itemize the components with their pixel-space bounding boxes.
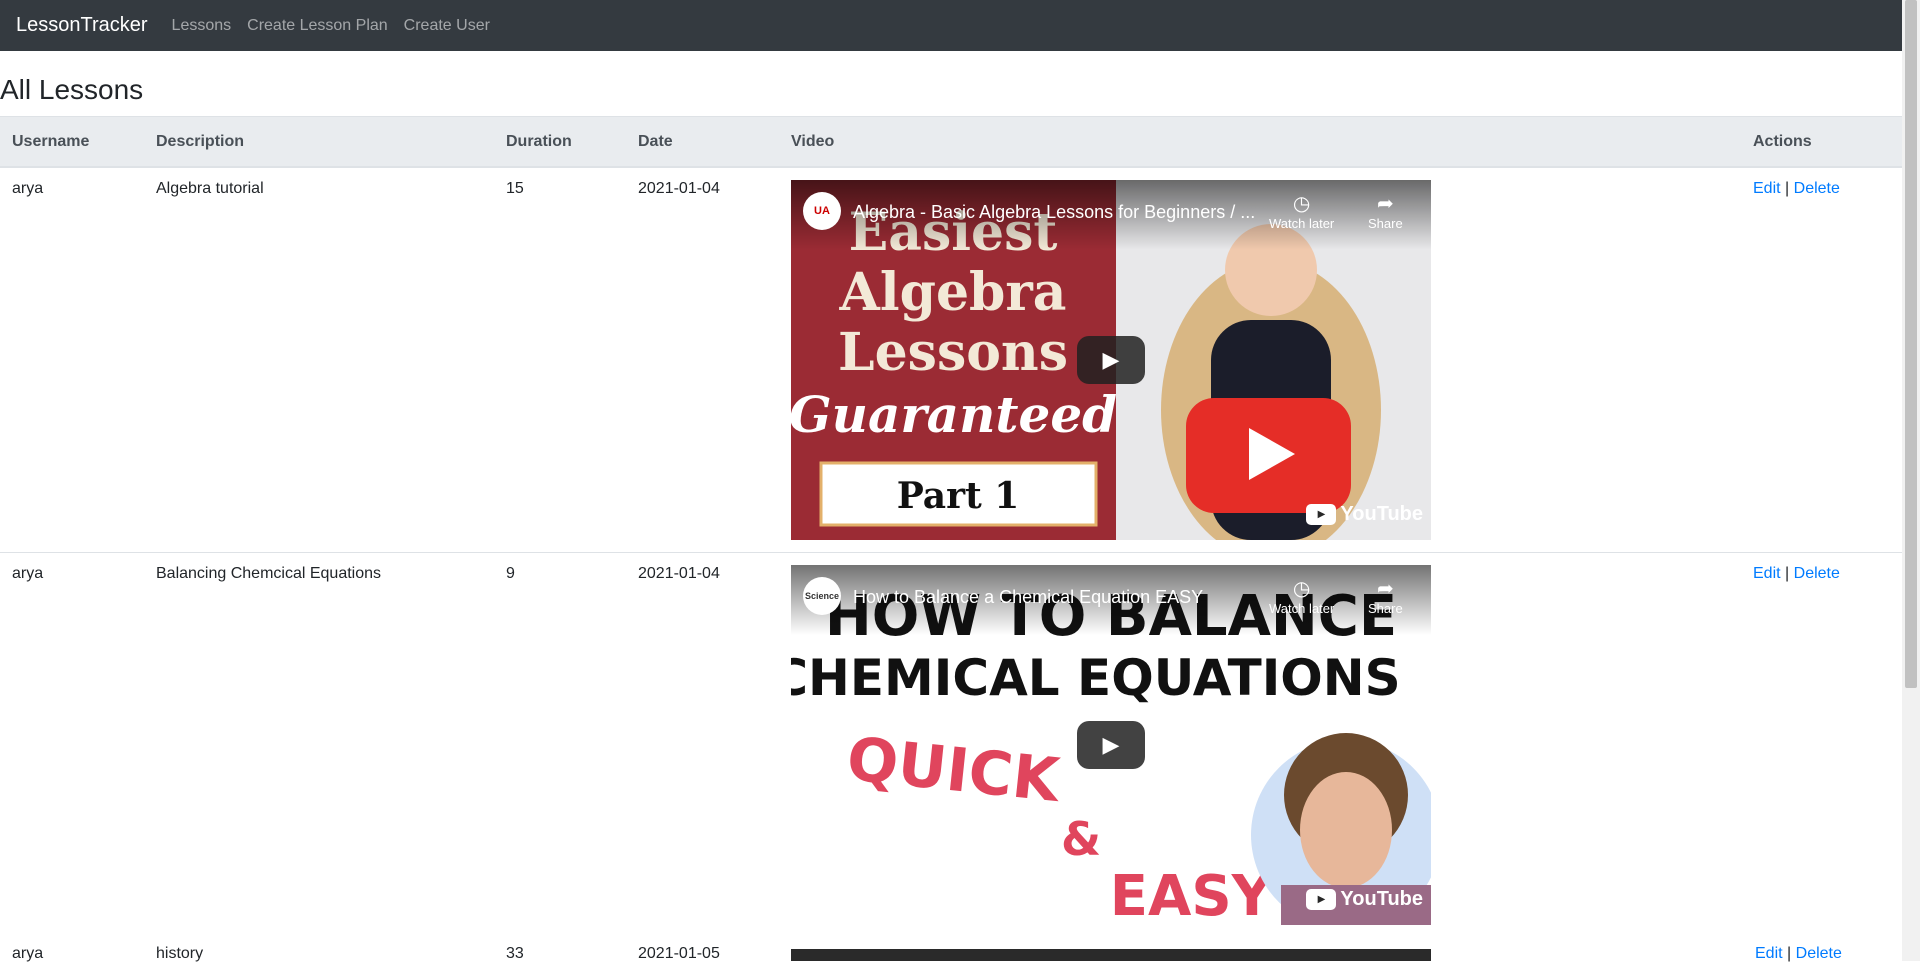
thumb-line-4: & xyxy=(1061,812,1101,866)
delete-link[interactable]: Delete xyxy=(1794,565,1840,582)
action-separator: | xyxy=(1785,180,1790,197)
action-separator: | xyxy=(1785,565,1790,582)
header-video: Video xyxy=(779,116,1741,168)
thumb-line-3: Lessons xyxy=(838,322,1068,383)
header-actions: Actions xyxy=(1741,116,1902,168)
cell-username: arya xyxy=(12,945,44,962)
scrollbar-thumb[interactable] xyxy=(1905,0,1917,688)
video-title[interactable]: How to Balance a Chemical Equation EASY xyxy=(853,587,1263,608)
cell-video: Easiest Algebra Lessons Guaranteed Part … xyxy=(779,166,1741,553)
thumb-line-5: Part 1 xyxy=(897,475,1020,517)
share-button[interactable]: ➦ Share xyxy=(1368,577,1403,616)
lessons-table: Username Description Duration Date Video… xyxy=(0,116,1902,938)
watch-later-button[interactable]: ◷ Watch later xyxy=(1269,192,1334,231)
navbar: LessonTracker Lessons Create Lesson Plan… xyxy=(0,0,1902,51)
cell-actions: Edit | Delete xyxy=(1741,552,1902,938)
video-embed-algebra[interactable]: Easiest Algebra Lessons Guaranteed Part … xyxy=(791,180,1431,540)
watch-later-label: Watch later xyxy=(1269,601,1335,616)
cell-duration: 9 xyxy=(494,552,626,938)
table-row: arya Balancing Chemcical Equations 9 202… xyxy=(0,552,1902,938)
clock-icon: ◷ xyxy=(1292,578,1311,600)
brand-link[interactable]: LessonTracker xyxy=(16,14,148,37)
header-description: Description xyxy=(144,116,494,168)
cell-description: history xyxy=(156,945,204,962)
play-button-icon[interactable]: ▶ xyxy=(1077,336,1145,384)
lessons-table-wrap: Username Description Duration Date Video… xyxy=(0,116,1902,938)
header-username: Username xyxy=(0,116,144,168)
youtube-logo-text: YouTube xyxy=(1340,503,1423,525)
thumb-line-2: Algebra xyxy=(839,262,1067,323)
nav-lessons[interactable]: Lessons xyxy=(172,17,232,35)
edit-link[interactable]: Edit xyxy=(1753,565,1781,582)
share-button[interactable]: ➦ Share xyxy=(1368,192,1403,231)
table-row: arya Algebra tutorial 15 2021-01-04 Alge… xyxy=(0,166,1902,553)
edit-link[interactable]: Edit xyxy=(1755,945,1783,962)
video-embed-chemistry[interactable]: HOW TO BALANCE CHEMICAL EQUATIONS QUICK … xyxy=(791,565,1431,925)
video-title[interactable]: Algebra - Basic Algebra Lessons for Begi… xyxy=(853,202,1263,223)
delete-link[interactable]: Delete xyxy=(1794,180,1840,197)
youtube-logo[interactable]: ▶ YouTube xyxy=(1306,503,1423,526)
watch-later-button[interactable]: ◷ Watch later xyxy=(1269,577,1334,616)
clock-icon: ◷ xyxy=(1292,193,1311,215)
page-scrollbar[interactable] xyxy=(1902,0,1920,961)
table-header-row: Username Description Duration Date Video… xyxy=(0,116,1902,168)
play-button-icon[interactable]: ▶ xyxy=(1077,721,1145,769)
cell-duration: 15 xyxy=(494,166,626,553)
youtube-play-icon: ▶ xyxy=(1306,889,1337,910)
share-icon: ➦ xyxy=(1376,578,1394,600)
youtube-play-icon: ▶ xyxy=(1306,504,1337,525)
channel-logo-icon[interactable]: Science xyxy=(803,577,841,615)
share-label: Share xyxy=(1368,601,1403,616)
nav-create-lesson-plan[interactable]: Create Lesson Plan xyxy=(247,17,388,35)
video-embed-history[interactable] xyxy=(791,949,1431,961)
cell-date: 2021-01-04 xyxy=(626,552,779,938)
thumb-line-2: CHEMICAL EQUATIONS xyxy=(791,649,1401,707)
header-duration: Duration xyxy=(494,116,626,168)
share-icon: ➦ xyxy=(1376,193,1394,215)
cell-date: 2021-01-04 xyxy=(626,166,779,553)
delete-link[interactable]: Delete xyxy=(1796,945,1842,962)
cell-username: arya xyxy=(0,552,144,938)
thumb-line-5: EASY xyxy=(1110,864,1274,925)
cell-description: Algebra tutorial xyxy=(144,166,494,553)
nav-create-user[interactable]: Create User xyxy=(404,17,490,35)
youtube-logo-text: YouTube xyxy=(1340,888,1423,910)
edit-link[interactable]: Edit xyxy=(1753,180,1781,197)
header-date: Date xyxy=(626,116,779,168)
action-separator: | xyxy=(1787,945,1792,962)
page-title: All Lessons xyxy=(0,74,144,105)
thumb-line-4: Guaranteed xyxy=(791,385,1117,444)
cell-actions: Edit | Delete xyxy=(1741,166,1902,553)
cell-actions: Edit | Delete xyxy=(1755,945,1842,963)
cell-duration: 33 xyxy=(506,945,524,962)
cell-video: HOW TO BALANCE CHEMICAL EQUATIONS QUICK … xyxy=(779,552,1741,938)
cell-username: arya xyxy=(0,166,144,553)
youtube-logo[interactable]: ▶ YouTube xyxy=(1306,888,1423,911)
channel-logo-icon[interactable]: UA xyxy=(803,192,841,230)
cell-date: 2021-01-05 xyxy=(638,945,720,962)
share-label: Share xyxy=(1368,216,1403,231)
watch-later-label: Watch later xyxy=(1269,216,1335,231)
cell-description: Balancing Chemcical Equations xyxy=(144,552,494,938)
